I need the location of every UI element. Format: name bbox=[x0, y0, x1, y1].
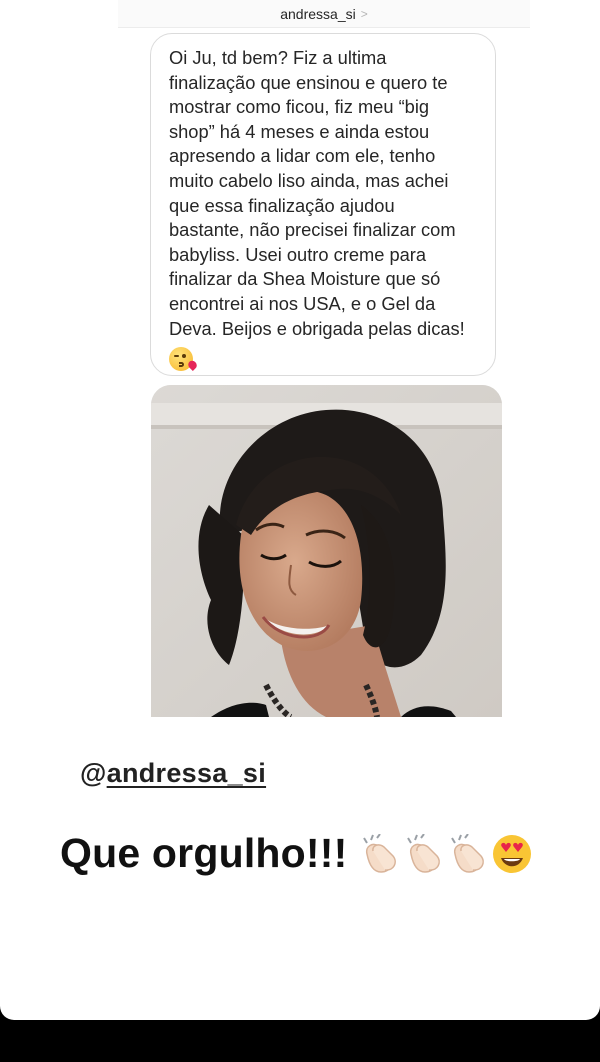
caption-emoji-row bbox=[359, 833, 533, 875]
clapping-hands-icon bbox=[407, 833, 441, 873]
portrait-image bbox=[151, 385, 502, 717]
face-blowing-kiss-icon bbox=[169, 347, 193, 372]
story-caption: Que orgulho!!! bbox=[60, 830, 533, 877]
clapping-hands-icon bbox=[363, 833, 397, 873]
dm-username[interactable]: andressa_si bbox=[280, 6, 356, 22]
shared-photo[interactable] bbox=[151, 385, 502, 717]
message-bubble: Oi Ju, td bem? Fiz a ultima finalização … bbox=[150, 33, 496, 376]
message-text: Oi Ju, td bem? Fiz a ultima finalização … bbox=[169, 47, 465, 339]
dm-header[interactable]: andressa_si > bbox=[118, 0, 530, 28]
mention-username[interactable]: andressa_si bbox=[107, 758, 266, 788]
caption-text: Que orgulho!!! bbox=[60, 830, 348, 876]
story-frame: andressa_si > Oi Ju, td bem? Fiz a ultim… bbox=[0, 0, 600, 1020]
heart-eyes-icon bbox=[493, 834, 532, 873]
mention-sticker[interactable]: @andressa_si bbox=[80, 758, 266, 789]
clapping-hands-icon bbox=[451, 833, 485, 873]
chevron-right-icon: > bbox=[360, 6, 368, 21]
mention-at-sign: @ bbox=[80, 758, 107, 788]
